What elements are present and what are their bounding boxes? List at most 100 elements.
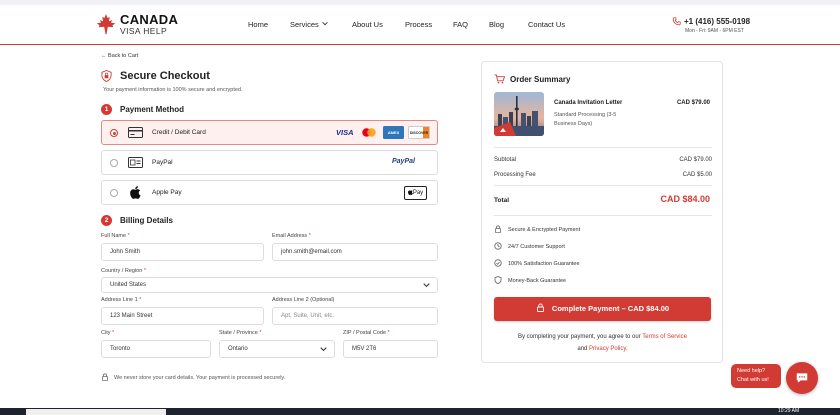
- credit-card-icon: [128, 127, 143, 138]
- taskbar-search[interactable]: [26, 409, 166, 415]
- privacy-policy-link[interactable]: Privacy Policy.: [589, 346, 628, 352]
- summary-divider: [494, 215, 712, 216]
- phone-block[interactable]: +1 (416) 555-0198 Mon - Fri: 9AM - 6PM E…: [672, 17, 750, 34]
- shield-icon: [494, 276, 502, 284]
- required-mark: *: [259, 330, 262, 336]
- phone-number: +1 (416) 555-0198: [684, 17, 751, 26]
- fee-value: CAD $5.00: [682, 172, 712, 178]
- required-mark: *: [143, 268, 146, 274]
- postal-input[interactable]: M5V 2T6: [343, 340, 438, 358]
- complete-payment-button[interactable]: Complete Payment – CAD $84.00: [494, 297, 711, 321]
- shield-lock-icon: [101, 70, 112, 82]
- back-to-cart-link[interactable]: ← Back to Cart: [101, 53, 138, 59]
- nav-services-label: Services: [290, 20, 319, 29]
- subtotal-label: Subtotal: [494, 157, 517, 163]
- address2-input[interactable]: Apt, Suite, Unit, etc.: [272, 307, 438, 325]
- state-select[interactable]: Ontario: [219, 340, 335, 358]
- payment-option-paypal-label: PayPal: [152, 159, 173, 166]
- nav-contact[interactable]: Contact Us: [528, 20, 565, 29]
- nav-services[interactable]: Services: [290, 20, 328, 29]
- product-thumbnail: [494, 92, 544, 136]
- lock-icon: [494, 225, 502, 233]
- total-value: CAD $84.00: [660, 194, 710, 204]
- country-label: Country / Region *: [101, 268, 146, 274]
- product-price: CAD $79.00: [676, 100, 710, 106]
- maple-leaf-icon: [96, 14, 116, 35]
- city-label-text: City: [101, 330, 111, 336]
- full-name-input[interactable]: John Smith: [101, 243, 264, 261]
- required-mark: *: [139, 297, 142, 303]
- summary-divider: [494, 147, 712, 148]
- payment-method-heading: Payment Method: [120, 105, 185, 114]
- required-mark: *: [127, 233, 130, 239]
- step-1-badge: 1: [101, 104, 112, 115]
- required-mark: *: [308, 233, 311, 239]
- billing-details-heading: Billing Details: [120, 216, 173, 225]
- chat-prompt[interactable]: Need help? Chat with us!: [731, 364, 781, 388]
- feature-secure-text: Secure & Encrypted Payment: [508, 227, 581, 233]
- radio-paypal[interactable]: [110, 159, 118, 167]
- logo-subtitle: VISA HELP: [120, 26, 168, 36]
- chevron-down-icon: [322, 21, 328, 26]
- feature-support: 24/7 Customer Support: [494, 242, 565, 250]
- taskbar-clock: 10:29 AM: [778, 408, 800, 414]
- discover-logo: DISCOVER: [408, 126, 430, 139]
- nav-blog[interactable]: Blog: [489, 20, 504, 29]
- terms-text: By completing your payment, you agree to…: [494, 331, 711, 355]
- email-input[interactable]: john.smith@email.com: [272, 243, 438, 261]
- lock-icon: [101, 373, 109, 381]
- state-label-text: State / Province: [219, 330, 258, 336]
- terms-of-service-link[interactable]: Terms of Service: [642, 334, 687, 340]
- product-description: Standard Processing (3-5 Business Days): [554, 112, 617, 127]
- site-header: CANADA VISA HELP Home Services About Us …: [0, 5, 840, 45]
- complete-payment-label: Complete Payment – CAD $84.00: [551, 304, 670, 313]
- mastercard-logo-icon: [362, 128, 376, 137]
- payment-option-card[interactable]: Credit / Debit Card VISA AMEX DISCOVER: [101, 120, 438, 145]
- step-2-badge: 2: [101, 215, 112, 226]
- os-taskbar: 10:29 AM: [0, 408, 840, 415]
- address1-input[interactable]: 123 Main Street: [101, 307, 264, 325]
- terms-and: and: [577, 346, 588, 352]
- required-mark: *: [112, 330, 115, 336]
- required-mark: *: [387, 330, 390, 336]
- lock-icon: [536, 303, 544, 312]
- amex-logo: AMEX: [383, 126, 404, 139]
- payment-option-applepay[interactable]: Apple Pay Pay: [101, 180, 438, 205]
- feature-satisfaction: 100% Satisfaction Guarantee: [494, 259, 580, 267]
- clock-icon: [494, 242, 502, 250]
- city-input[interactable]: Toronto: [101, 340, 211, 358]
- feature-secure: Secure & Encrypted Payment: [494, 225, 580, 233]
- site-logo[interactable]: CANADA VISA HELP: [95, 13, 178, 36]
- order-summary-card: Order Summary Canada Invitation Letter S…: [481, 61, 723, 363]
- payment-option-paypal[interactable]: PayPal PayPal: [101, 150, 438, 175]
- nav-faq[interactable]: FAQ: [453, 20, 468, 29]
- phone-icon: [672, 17, 681, 26]
- nav-about[interactable]: About Us: [352, 20, 383, 29]
- country-select[interactable]: United States: [101, 277, 438, 293]
- applepay-logo-text: Pay: [412, 190, 424, 196]
- paypal-logo: PayPal: [392, 158, 415, 165]
- applepay-logo: Pay: [404, 186, 427, 200]
- feature-moneyback-text: Money-Back Guarantee: [508, 278, 567, 284]
- nav-home[interactable]: Home: [248, 20, 268, 29]
- chat-button[interactable]: [786, 362, 818, 394]
- radio-applepay[interactable]: [110, 189, 118, 197]
- fee-row: Processing Fee CAD $5.00: [494, 172, 712, 178]
- page-subtitle: Your payment information is 100% secure …: [103, 87, 243, 93]
- address2-label: Address Line 2 (Optional): [272, 297, 335, 303]
- address1-label: Address Line 1 *: [101, 297, 141, 303]
- security-note-text: We never store your card details. Your p…: [114, 375, 286, 381]
- security-note: We never store your card details. Your p…: [101, 373, 285, 381]
- payment-option-applepay-label: Apple Pay: [152, 189, 182, 196]
- radio-card[interactable]: [110, 129, 118, 137]
- chevron-down-icon: [320, 347, 327, 352]
- logo-title: CANADA: [120, 12, 179, 27]
- page-title: Secure Checkout: [120, 70, 210, 82]
- state-select-value: Ontario: [228, 346, 248, 352]
- nav-process[interactable]: Process: [405, 20, 432, 29]
- total-label: Total: [494, 197, 510, 204]
- chat-line1: Need help?: [737, 368, 766, 374]
- cart-icon: [494, 74, 505, 84]
- checkout-page: CANADA VISA HELP Home Services About Us …: [0, 0, 840, 415]
- full-name-label: Full Name *: [101, 233, 130, 239]
